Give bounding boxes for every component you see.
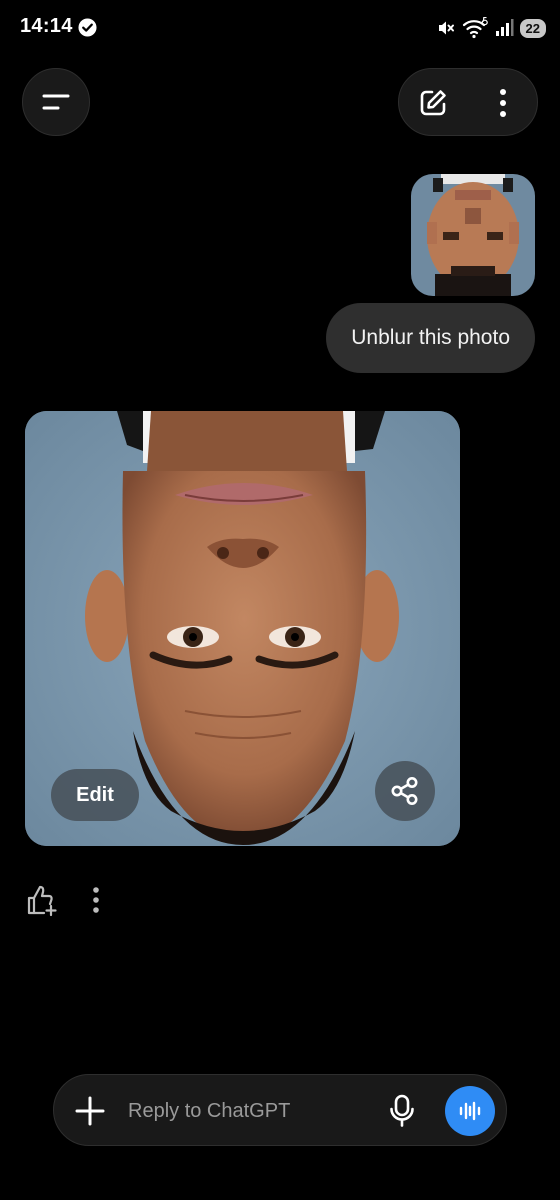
new-chat-button[interactable]	[413, 83, 453, 123]
wifi-6-icon	[462, 17, 488, 39]
user-message-bubble: Unblur this photo	[326, 303, 535, 373]
mute-icon	[438, 21, 454, 35]
status-time: 14:14	[20, 15, 73, 37]
share-image-button[interactable]	[375, 761, 435, 821]
edit-image-button[interactable]: Edit	[51, 769, 139, 821]
blurred-portrait-image	[411, 174, 535, 296]
edit-label: Edit	[76, 783, 114, 806]
voice-mode-button[interactable]	[445, 1086, 495, 1136]
dictate-button[interactable]	[382, 1091, 422, 1131]
header-actions	[398, 68, 538, 136]
message-more-button[interactable]	[82, 882, 110, 918]
header-more-button[interactable]	[483, 83, 523, 123]
more-vertical-icon	[93, 887, 99, 913]
user-message-text: Unblur this photo	[351, 326, 510, 349]
like-button[interactable]	[24, 882, 60, 918]
attach-button[interactable]	[72, 1093, 108, 1129]
menu-icon	[42, 94, 70, 110]
like-icon	[27, 885, 57, 917]
voice-wave-icon	[459, 1101, 481, 1121]
status-bar: 14:14 22	[0, 0, 560, 56]
reply-input[interactable]	[128, 1095, 368, 1127]
status-icons: 22	[436, 16, 546, 40]
signal-icon	[495, 19, 514, 36]
compose-icon	[420, 90, 446, 116]
plus-icon	[75, 1096, 105, 1126]
battery-icon: 22	[519, 18, 546, 38]
share-icon	[391, 777, 418, 805]
user-attachment-image[interactable]	[411, 174, 535, 296]
generated-image[interactable]: Edit	[25, 411, 460, 846]
menu-button[interactable]	[22, 68, 90, 136]
microphone-icon	[390, 1094, 414, 1127]
more-vertical-icon	[500, 89, 506, 117]
composer	[53, 1074, 507, 1146]
check-circle-icon	[78, 18, 97, 37]
